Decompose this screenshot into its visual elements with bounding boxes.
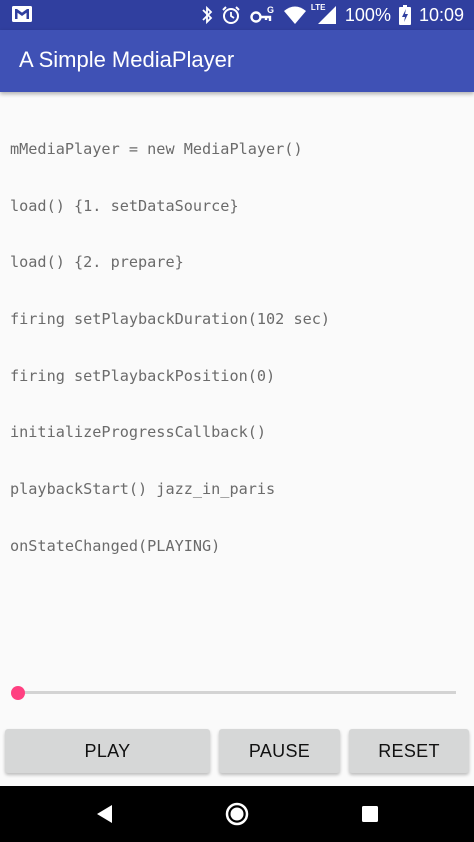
log-line: onStateChanged(PLAYING) bbox=[10, 536, 221, 555]
log-line: mMediaPlayer = new MediaPlayer() bbox=[10, 139, 303, 158]
recents-icon[interactable] bbox=[356, 800, 384, 828]
navigation-bar bbox=[0, 786, 474, 842]
app-title: A Simple MediaPlayer bbox=[19, 47, 235, 72]
vpn-key-icon: G bbox=[249, 5, 275, 25]
seekbar-track[interactable] bbox=[18, 691, 456, 694]
svg-text:G: G bbox=[267, 5, 274, 15]
log-line: firing setPlaybackDuration(102 sec) bbox=[10, 309, 331, 328]
status-bar: G LTE 100% 10:09 bbox=[0, 0, 474, 30]
pause-button[interactable]: PAUSE bbox=[219, 729, 340, 773]
reset-button[interactable]: RESET bbox=[349, 729, 469, 773]
log-line: firing setPlaybackPosition(0) bbox=[10, 366, 276, 385]
battery-percent: 100% bbox=[344, 4, 391, 25]
app-bar: A Simple MediaPlayer bbox=[0, 30, 474, 92]
log-line: playbackStart() jazz_in_paris bbox=[10, 480, 276, 499]
signal-icon: LTE bbox=[311, 3, 337, 25]
play-button[interactable]: PLAY bbox=[5, 729, 210, 773]
network-type-label: LTE bbox=[310, 3, 326, 12]
wifi-icon bbox=[283, 5, 307, 25]
back-icon[interactable] bbox=[91, 800, 119, 828]
log-line: initializeProgressCallback() bbox=[10, 423, 267, 442]
home-icon[interactable] bbox=[223, 800, 251, 828]
alarm-icon bbox=[221, 5, 241, 25]
playback-seekbar[interactable] bbox=[11, 683, 458, 703]
clock: 10:09 bbox=[418, 4, 464, 25]
battery-charging-icon bbox=[398, 5, 411, 25]
bluetooth-icon bbox=[201, 5, 213, 25]
seekbar-thumb[interactable] bbox=[11, 686, 25, 700]
log-line: load() {2. prepare} bbox=[10, 253, 184, 272]
gmail-icon bbox=[12, 6, 32, 22]
log-line: load() {1. setDataSource} bbox=[10, 196, 239, 215]
log-output: mMediaPlayer = new MediaPlayer() load() … bbox=[10, 102, 466, 575]
